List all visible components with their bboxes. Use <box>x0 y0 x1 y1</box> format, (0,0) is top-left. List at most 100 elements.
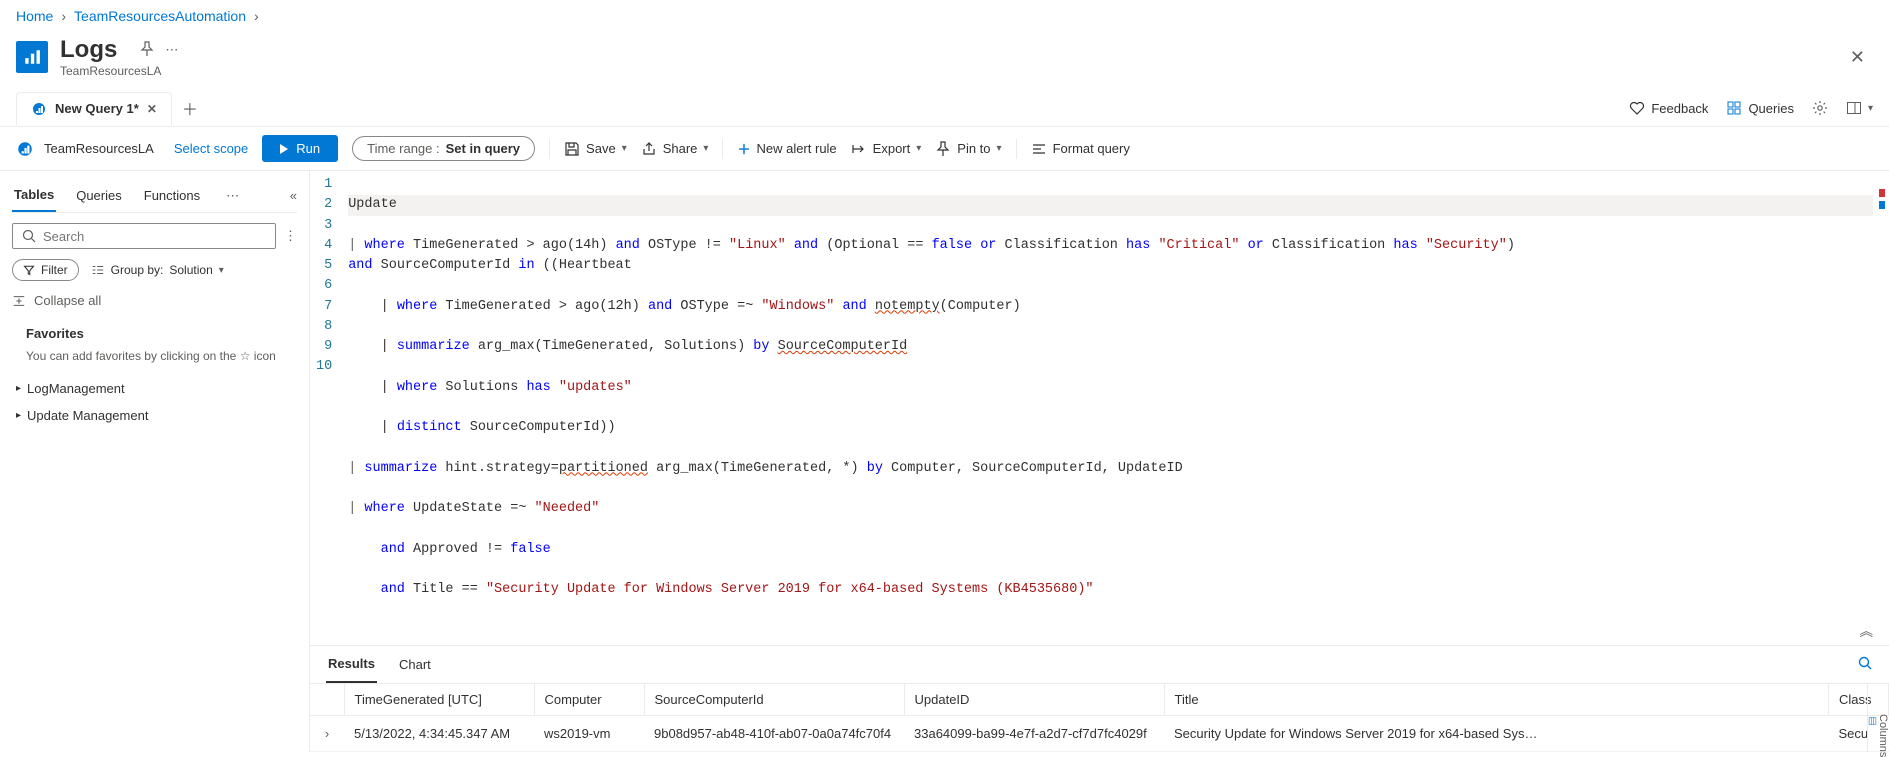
panel-layout-button[interactable]: ▾ <box>1846 100 1873 116</box>
layout-icon <box>1846 100 1862 116</box>
share-label: Share <box>663 141 698 156</box>
col-computer[interactable]: Computer <box>534 684 644 716</box>
export-button[interactable]: Export▾ <box>851 141 922 157</box>
sidebar-search-more-icon[interactable]: ⋮ <box>284 228 297 244</box>
queries-label: Queries <box>1748 101 1794 116</box>
favorites-hint: You can add favorites by clicking on the… <box>12 345 297 375</box>
cell-time: 5/13/2022, 4:34:45.347 AM <box>344 715 534 751</box>
logs-icon <box>16 41 48 73</box>
divider <box>722 139 723 159</box>
filter-label: Filter <box>41 263 68 277</box>
sidebar-search[interactable] <box>12 223 276 249</box>
time-range-pill[interactable]: Time range : Set in query <box>352 136 535 161</box>
cell-computer: ws2019-vm <box>534 715 644 751</box>
close-icon[interactable]: ✕ <box>1842 39 1873 76</box>
tree-item-label: Update Management <box>27 408 148 423</box>
play-icon <box>280 144 288 154</box>
filter-button[interactable]: Filter <box>12 259 79 281</box>
groupby-icon <box>91 263 105 277</box>
groupby-label: Group by: <box>111 263 164 277</box>
settings-button[interactable] <box>1812 100 1828 116</box>
editor-minimap-marks <box>1879 171 1889 645</box>
groupby-button[interactable]: Group by: Solution ▾ <box>91 263 224 277</box>
pin-to-button[interactable]: Pin to▾ <box>935 141 1001 157</box>
feedback-button[interactable]: Feedback <box>1629 100 1708 116</box>
caret-right-icon: ▸ <box>16 410 21 421</box>
sidebar-tab-tables[interactable]: Tables <box>12 179 56 212</box>
page-title: Logs <box>60 36 117 64</box>
workspace-icon <box>16 140 34 158</box>
results-tab-chart[interactable]: Chart <box>397 647 433 682</box>
chevron-down-icon: ▾ <box>219 265 224 276</box>
sidebar-tab-queries[interactable]: Queries <box>74 180 124 211</box>
cell-update: 33a64099-ba99-4e7f-a2d7-cf7d7fc4029f <box>904 715 1164 751</box>
divider <box>549 139 550 159</box>
expand-editor-icon[interactable]: ︽ <box>1860 620 1874 641</box>
divider <box>1016 139 1017 159</box>
columns-icon <box>1868 714 1877 728</box>
col-timegenerated[interactable]: TimeGenerated [UTC] <box>344 684 534 716</box>
plus-icon: ＋ <box>737 139 750 158</box>
table-header-row: TimeGenerated [UTC] Computer SourceCompu… <box>310 684 1889 716</box>
query-editor[interactable]: 12345678910 Update | where TimeGenerated… <box>310 171 1889 645</box>
columns-panel-toggle[interactable]: Columns <box>1867 684 1889 752</box>
format-icon <box>1031 141 1047 157</box>
breadcrumb-home[interactable]: Home <box>16 8 53 24</box>
sidebar-collapse-icon[interactable]: « <box>290 188 297 203</box>
sidebar: Tables Queries Functions ⋯ « ⋮ Filter Gr… <box>0 171 310 752</box>
col-updateid[interactable]: UpdateID <box>904 684 1164 716</box>
tree-item-label: LogManagement <box>27 381 125 396</box>
select-scope-link[interactable]: Select scope <box>174 141 248 156</box>
caret-right-icon: ▸ <box>16 383 21 394</box>
cell-source: 9b08d957-ab48-410f-ab07-0a0a74fc70f4 <box>644 715 904 751</box>
results-tab-results[interactable]: Results <box>326 646 377 683</box>
query-tabs: New Query 1* ✕ ＋ Feedback Queries ▾ <box>0 90 1889 127</box>
groupby-value: Solution <box>169 263 212 277</box>
queries-button[interactable]: Queries <box>1726 100 1794 116</box>
search-icon <box>21 228 37 244</box>
chevron-down-icon: ▾ <box>1868 103 1873 114</box>
col-title[interactable]: Title <box>1164 684 1829 716</box>
more-icon[interactable]: ⋯ <box>165 42 178 58</box>
queries-icon <box>1726 100 1742 116</box>
query-tab-icon <box>31 101 47 117</box>
results-search-icon[interactable] <box>1857 655 1873 674</box>
feedback-label: Feedback <box>1651 101 1708 116</box>
query-toolbar: TeamResourcesLA Select scope Run Time ra… <box>0 127 1889 171</box>
share-icon <box>641 141 657 157</box>
time-range-value: Set in query <box>446 141 520 156</box>
collapse-all-label: Collapse all <box>34 293 101 308</box>
add-tab-button[interactable]: ＋ <box>172 90 208 126</box>
chevron-right-icon: › <box>61 8 66 24</box>
format-query-label: Format query <box>1053 141 1130 156</box>
new-alert-button[interactable]: ＋ New alert rule <box>737 139 836 158</box>
pin-icon <box>935 141 951 157</box>
save-button[interactable]: Save▾ <box>564 141 627 157</box>
run-button[interactable]: Run <box>262 135 338 162</box>
pin-icon[interactable] <box>139 41 155 60</box>
tree-item-updatemanagement[interactable]: ▸ Update Management <box>12 402 297 429</box>
editor-code[interactable]: Update | where TimeGenerated > ago(14h) … <box>342 171 1879 645</box>
col-sourcecomputerid[interactable]: SourceComputerId <box>644 684 904 716</box>
sidebar-more-icon[interactable]: ⋯ <box>220 188 245 204</box>
query-tab-label: New Query 1* <box>55 101 139 116</box>
query-tab-active[interactable]: New Query 1* ✕ <box>16 92 172 125</box>
new-alert-label: New alert rule <box>756 141 836 156</box>
sidebar-search-input[interactable] <box>43 229 267 244</box>
share-button[interactable]: Share▾ <box>641 141 709 157</box>
breadcrumb-item[interactable]: TeamResourcesAutomation <box>74 8 246 24</box>
heart-icon <box>1629 100 1645 116</box>
collapse-all-button[interactable]: Collapse all <box>12 293 297 308</box>
tab-close-icon[interactable]: ✕ <box>147 102 157 116</box>
sidebar-tab-functions[interactable]: Functions <box>142 180 202 211</box>
row-expand-icon[interactable]: › <box>310 715 344 751</box>
format-query-button[interactable]: Format query <box>1031 141 1130 157</box>
table-row[interactable]: › 5/13/2022, 4:34:45.347 AM ws2019-vm 9b… <box>310 715 1889 751</box>
tree-item-logmanagement[interactable]: ▸ LogManagement <box>12 375 297 402</box>
save-icon <box>564 141 580 157</box>
breadcrumb: Home › TeamResourcesAutomation › <box>0 0 1889 32</box>
results-table: TimeGenerated [UTC] Computer SourceCompu… <box>310 684 1889 752</box>
filter-icon <box>23 264 35 276</box>
save-label: Save <box>586 141 616 156</box>
gear-icon <box>1812 100 1828 116</box>
